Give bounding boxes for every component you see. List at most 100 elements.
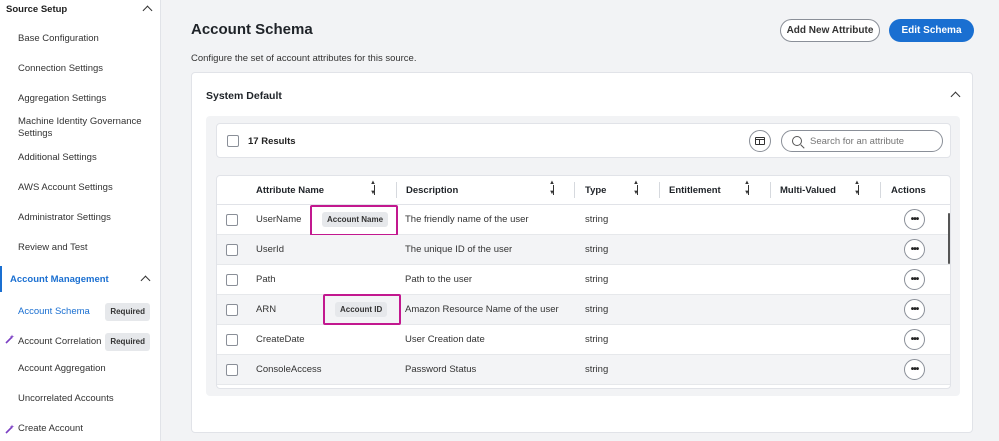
attribute-name-cell: CreateDate <box>256 334 305 345</box>
column-header-entitlement[interactable]: Entitlement <box>669 185 721 196</box>
highlight-box <box>310 205 398 236</box>
sidebar-section-source-setup[interactable]: Source Setup <box>0 0 160 18</box>
row-checkbox[interactable] <box>226 334 238 346</box>
sort-icon[interactable] <box>633 180 641 196</box>
required-badge: Required <box>105 333 150 351</box>
column-header-multi-valued[interactable]: Multi-Valued <box>780 185 836 196</box>
table-columns-icon <box>755 137 765 145</box>
sidebar-item-label: Connection Settings <box>18 63 104 74</box>
description-cell: Amazon Resource Name of the user <box>405 304 559 315</box>
column-header-attribute-name[interactable]: Attribute Name <box>256 185 324 196</box>
chevron-up-icon[interactable] <box>140 274 150 284</box>
sidebar-item-label: Review and Test <box>18 242 88 253</box>
sidebar-item-aws-account-settings[interactable]: AWS Account Settings <box>18 182 156 194</box>
row-actions-button[interactable]: ••• <box>904 239 925 260</box>
page-title: Account Schema <box>191 21 313 38</box>
search-input[interactable] <box>810 135 935 147</box>
sidebar-item-base-configuration[interactable]: Base Configuration <box>18 33 156 45</box>
row-actions-button[interactable]: ••• <box>904 359 925 380</box>
sidebar-item-label: AWS Account Settings <box>18 182 113 193</box>
description-cell: The friendly name of the user <box>405 214 529 225</box>
search-icon <box>792 136 802 146</box>
attribute-name-cell: ConsoleAccess <box>256 364 322 375</box>
sort-icon[interactable] <box>370 180 378 196</box>
table-row: ConsoleAccess Password Status string ••• <box>217 355 950 385</box>
sidebar-item-account-aggregation[interactable]: Account Aggregation <box>18 363 156 375</box>
chevron-up-icon[interactable] <box>950 90 960 100</box>
account-management-label: Account Management <box>10 273 109 285</box>
schema-panel: 17 Results Attribute Name Description Ty… <box>206 116 960 396</box>
row-actions-button[interactable]: ••• <box>904 269 925 290</box>
row-actions-button[interactable]: ••• <box>904 299 925 320</box>
sidebar-item-label: Account Correlation <box>18 336 102 347</box>
table-scrollbar[interactable] <box>948 213 950 264</box>
type-cell: string <box>585 364 609 375</box>
sort-icon[interactable] <box>854 180 862 196</box>
type-cell: string <box>585 244 609 255</box>
type-cell: string <box>585 214 609 225</box>
description-cell: Path to the user <box>405 274 473 285</box>
row-actions-button[interactable]: ••• <box>904 329 925 350</box>
attribute-name-cell: UserId <box>256 244 284 255</box>
sidebar-item-additional-settings[interactable]: Additional Settings <box>18 152 156 164</box>
table-row: UserName Account Name The friendly name … <box>217 205 950 236</box>
table-header: Attribute Name Description Type Entitlem… <box>217 176 950 205</box>
sidebar-item-aggregation-settings[interactable]: Aggregation Settings <box>18 93 156 105</box>
description-cell: Password Status <box>405 364 477 375</box>
select-all-checkbox[interactable] <box>227 135 239 147</box>
row-actions-button[interactable]: ••• <box>904 209 925 230</box>
column-header-type[interactable]: Type <box>585 185 606 196</box>
sidebar-section-account-management[interactable]: Account Management <box>0 266 160 292</box>
sidebar-item-account-correlation[interactable]: Account Correlation Required <box>18 333 156 351</box>
sidebar-item-create-account[interactable]: Create Account <box>18 423 156 435</box>
sort-icon[interactable] <box>549 180 557 196</box>
sidebar-item-label: Aggregation Settings <box>18 93 107 104</box>
sidebar-item-connection-settings[interactable]: Connection Settings <box>18 63 156 75</box>
sidebar-item-administrator-settings[interactable]: Administrator Settings <box>18 212 156 224</box>
row-checkbox[interactable] <box>226 304 238 316</box>
column-divider[interactable] <box>659 182 660 198</box>
type-cell: string <box>585 274 609 285</box>
sidebar-item-machine-identity-governance[interactable]: Machine Identity Governance Settings <box>18 116 143 140</box>
results-count: 17 Results <box>248 136 296 147</box>
column-header-actions: Actions <box>891 185 926 196</box>
sidebar-item-account-schema[interactable]: Account Schema Required <box>18 303 156 321</box>
sidebar-item-label: Account Aggregation <box>18 363 106 374</box>
sidebar-item-review-and-test[interactable]: Review and Test <box>18 242 156 254</box>
card-title: System Default <box>206 90 282 102</box>
required-badge: Required <box>105 303 150 321</box>
sidebar: Source Setup Base Configuration Connecti… <box>0 0 161 441</box>
attributes-table: Attribute Name Description Type Entitlem… <box>216 175 951 389</box>
row-checkbox[interactable] <box>226 244 238 256</box>
columns-button[interactable] <box>749 130 771 152</box>
attribute-name-cell: ARN <box>256 304 277 315</box>
column-divider[interactable] <box>770 182 771 198</box>
source-setup-label: Source Setup <box>6 3 68 15</box>
sidebar-item-uncorrelated-accounts[interactable]: Uncorrelated Accounts <box>18 393 156 405</box>
row-checkbox[interactable] <box>226 214 238 226</box>
column-divider[interactable] <box>396 182 397 198</box>
sidebar-item-label: Create Account <box>18 423 83 434</box>
sort-icon[interactable] <box>744 180 752 196</box>
wand-icon <box>5 424 15 434</box>
add-new-attribute-button[interactable]: Add New Attribute <box>780 19 880 42</box>
row-checkbox[interactable] <box>226 274 238 286</box>
row-checkbox[interactable] <box>226 364 238 376</box>
column-divider[interactable] <box>880 182 881 198</box>
sidebar-item-label: Additional Settings <box>18 152 97 163</box>
sidebar-item-label: Account Schema <box>18 306 90 317</box>
highlight-box <box>323 294 401 325</box>
wand-icon <box>5 334 15 344</box>
column-divider[interactable] <box>574 182 575 198</box>
table-row: CreateDate User Creation date string ••• <box>217 325 950 355</box>
system-default-card: System Default 17 Results Attribute Name… <box>191 72 973 433</box>
table-row: UserId The unique ID of the user string … <box>217 235 950 265</box>
type-cell: string <box>585 304 609 315</box>
description-cell: User Creation date <box>405 334 485 345</box>
sidebar-item-label: Machine Identity Governance Settings <box>18 116 142 139</box>
chevron-up-icon[interactable] <box>142 4 152 14</box>
search-field[interactable] <box>781 130 943 152</box>
column-header-description[interactable]: Description <box>406 185 458 196</box>
edit-schema-button[interactable]: Edit Schema <box>889 19 974 42</box>
attribute-name-cell: UserName <box>256 214 302 225</box>
